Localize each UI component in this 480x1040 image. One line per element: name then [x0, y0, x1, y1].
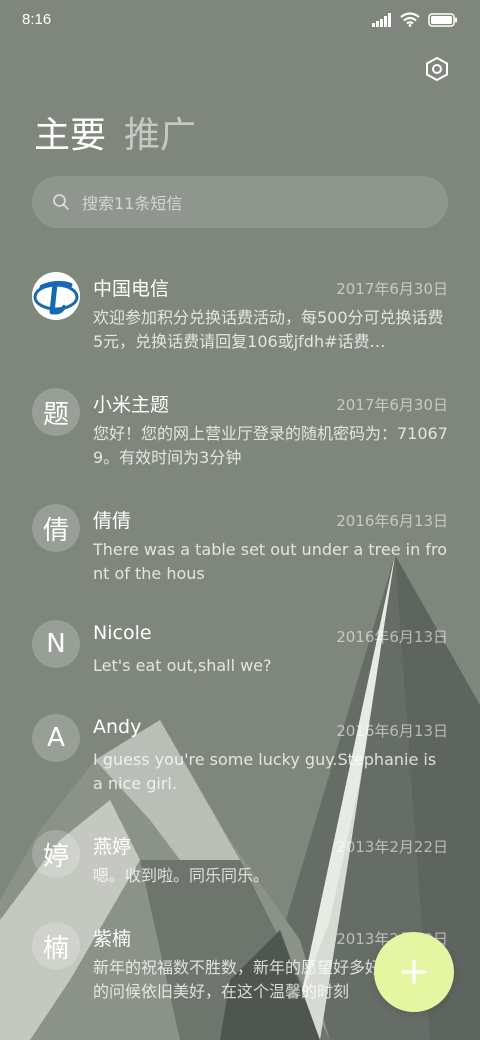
avatar: 倩: [32, 504, 80, 552]
message-snippet: 您好！您的网上营业厅登录的随机密码为：710679。有效时间为3分钟: [93, 424, 448, 467]
avatar: N: [32, 620, 80, 668]
message-snippet: 欢迎参加积分兑换话费活动，每500分可兑换话费5元，兑换话费请回复106或jfd…: [93, 308, 444, 351]
contact-name: 中国电信: [93, 278, 170, 300]
message-snippet: 嗯。收到啦。同乐同乐。: [93, 866, 270, 885]
message-snippet: Let's eat out,shall we?: [93, 656, 272, 675]
avatar: 婷: [32, 830, 80, 878]
message-date: 2016年6月13日: [336, 512, 448, 530]
plus-icon: [401, 959, 427, 985]
contact-name: 紫楠: [93, 928, 132, 950]
tab-primary[interactable]: 主要: [34, 112, 106, 160]
search-bar[interactable]: 搜索11条短信: [32, 176, 448, 228]
message-snippet: I guess you're some lucky guy.Stephanie …: [93, 750, 437, 793]
avatar: 楠: [32, 922, 80, 970]
message-snippet: There was a table set out under a tree i…: [93, 540, 447, 583]
contact-name: Andy: [93, 716, 142, 738]
message-date: 2013年2月22日: [336, 838, 448, 856]
message-date: 2016年6月13日: [336, 628, 448, 646]
contact-name: 倩倩: [93, 510, 132, 532]
avatar: A: [32, 714, 80, 762]
search-placeholder: 搜索11条短信: [82, 194, 183, 213]
hexagon-settings-icon[interactable]: [424, 56, 450, 82]
signal-icon: [372, 12, 391, 27]
battery-icon: [428, 12, 457, 27]
tab-bar: 主要 推广: [34, 112, 196, 160]
search-icon: [53, 194, 69, 210]
china-telecom-logo-avatar: [32, 272, 80, 320]
message-date: 2017年6月30日: [336, 396, 448, 414]
contact-name: 小米主题: [93, 394, 170, 416]
contact-name: Nicole: [93, 622, 152, 644]
message-date: 2016年6月13日: [336, 722, 448, 740]
compose-button[interactable]: [374, 932, 454, 1012]
avatar: 题: [32, 388, 80, 436]
status-time: 8:16: [22, 11, 52, 28]
china-telecom-logo-icon: [32, 272, 80, 320]
status-bar: 8:16: [0, 0, 480, 42]
tab-promotions[interactable]: 推广: [124, 112, 196, 160]
message-date: 2017年6月30日: [336, 280, 448, 298]
wifi-icon: [400, 12, 420, 27]
contact-name: 燕婷: [93, 836, 132, 858]
